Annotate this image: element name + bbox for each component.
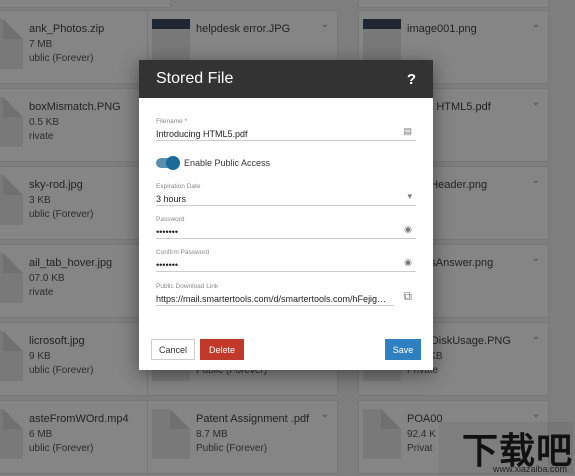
filename-label: Filename * <box>156 118 188 125</box>
download-link-field[interactable]: Public Download Link https://mail.smarte… <box>156 283 416 306</box>
help-icon[interactable]: ? <box>407 71 416 88</box>
show-password-icon[interactable]: ◉ <box>404 224 412 235</box>
stored-file-dialog: Stored File ? Filename * Introducing HTM… <box>139 60 433 370</box>
dialog-title: Stored File <box>156 70 234 87</box>
dialog-header: Stored File ? <box>139 60 433 98</box>
download-link-input[interactable]: https://mail.smartertools.com/d/smartert… <box>156 292 394 306</box>
cancel-button[interactable]: Cancel <box>151 339 195 360</box>
watermark-url: www.xiazaiba.com <box>492 464 567 474</box>
confirm-password-field[interactable]: Confirm Password ••••••• ◉ <box>156 249 416 272</box>
expiration-label: Expiration Date <box>156 183 201 190</box>
expiration-field[interactable]: Expiration Date 3 hours ▾ <box>156 183 416 206</box>
copy-icon[interactable]: ⧉ <box>403 289 412 304</box>
public-access-toggle[interactable] <box>156 156 180 170</box>
password-input[interactable]: ••••••• <box>156 225 416 239</box>
public-access-row[interactable]: Enable Public Access <box>156 156 271 170</box>
confirm-password-label: Confirm Password <box>156 249 210 256</box>
save-button[interactable]: Save <box>385 339 421 360</box>
delete-button[interactable]: Delete <box>200 339 244 360</box>
confirm-password-input[interactable]: ••••••• <box>156 258 416 272</box>
public-access-label: Enable Public Access <box>184 158 271 168</box>
download-link-label: Public Download Link <box>156 283 219 290</box>
document-icon: ▤ <box>403 126 412 136</box>
filename-input[interactable]: Introducing HTML5.pdf <box>156 127 416 141</box>
dropdown-arrow-icon[interactable]: ▾ <box>407 191 412 202</box>
filename-field[interactable]: Filename * Introducing HTML5.pdf ▤ <box>156 118 416 141</box>
expiration-select[interactable]: 3 hours <box>156 192 416 206</box>
password-label: Password <box>156 216 185 223</box>
watermark-logo: 下载吧 www.xiazaiba.com <box>439 422 573 474</box>
password-field[interactable]: Password ••••••• ◉ <box>156 216 416 239</box>
show-confirm-password-icon[interactable]: ◉ <box>404 257 412 268</box>
